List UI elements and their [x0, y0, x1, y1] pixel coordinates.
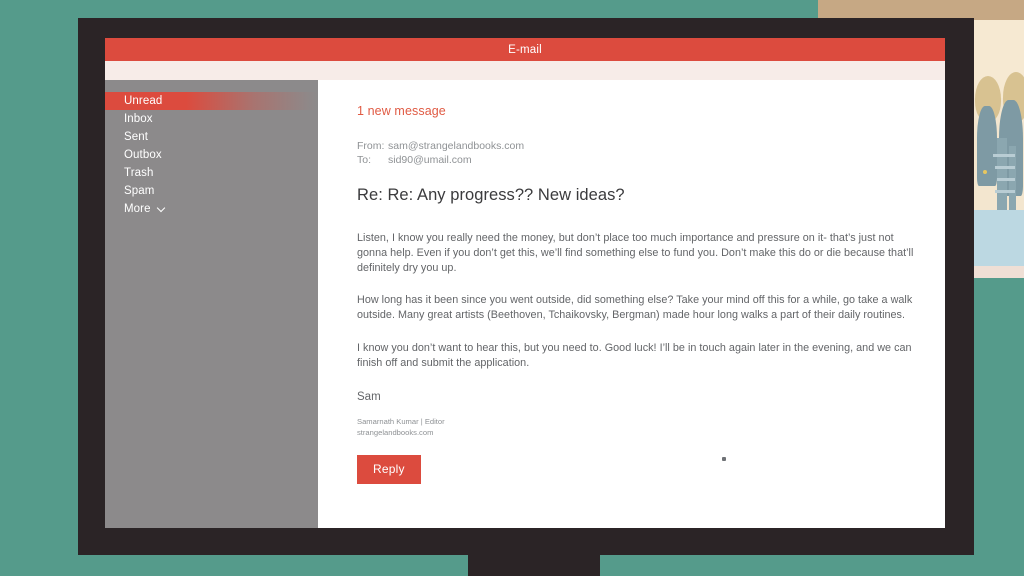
chevron-down-icon	[158, 204, 167, 213]
picture-conifer	[977, 106, 997, 186]
signature-site: strangelandbooks.com	[357, 427, 434, 437]
picture-light-spark	[983, 170, 987, 174]
picture-branch	[997, 178, 1015, 181]
message-paragraph: I know you don’t want to hear this, but …	[357, 341, 912, 369]
sidebar-item-label: Inbox	[124, 113, 153, 125]
sidebar-item-outbox[interactable]: Outbox	[105, 146, 318, 164]
desk-scene: E-mail Unread Inbox Sent Outbox Trash Sp…	[0, 0, 1024, 576]
from-row: From: sam@strangelandbooks.com	[357, 139, 945, 153]
picture-branch	[995, 166, 1015, 169]
signature-name: Samarnath Kumar | Editor	[357, 416, 445, 426]
picture-branch	[993, 154, 1015, 157]
message-paragraph: How long has it been since you went outs…	[357, 294, 913, 322]
app-toolbar	[105, 61, 945, 80]
from-label: From:	[357, 140, 385, 152]
monitor-stand	[468, 555, 600, 576]
app-body: Unread Inbox Sent Outbox Trash Spam More…	[105, 80, 945, 528]
message-headers: From: sam@strangelandbooks.com To: sid90…	[357, 139, 945, 167]
message-signoff: Sam	[357, 390, 381, 403]
to-label: To:	[357, 154, 372, 166]
sidebar-item-label: Spam	[124, 185, 155, 197]
sidebar-item-label: Outbox	[124, 149, 162, 161]
message-subject: Re: Re: Any progress?? New ideas?	[357, 186, 625, 204]
picture-ground	[973, 278, 1024, 303]
to-value: sid90@umail.com	[388, 154, 472, 166]
mouse-cursor	[722, 457, 726, 461]
picture-branch	[995, 190, 1015, 193]
to-row: To: sid90@umail.com	[357, 153, 945, 167]
sidebar-item-label: Unread	[124, 95, 163, 107]
new-message-notice: 1 new message	[357, 104, 446, 118]
window-titlebar: E-mail	[105, 38, 945, 61]
sidebar-item-unread[interactable]: Unread	[105, 92, 318, 110]
wall-picture	[973, 20, 1024, 303]
reply-button[interactable]: Reply	[357, 454, 421, 484]
from-value: sam@strangelandbooks.com	[388, 140, 525, 152]
sidebar-item-label: Trash	[124, 167, 154, 179]
picture-water	[973, 210, 1024, 268]
picture-trunk	[997, 138, 1007, 214]
message-paragraph: Listen, I know you really need the money…	[357, 232, 914, 274]
monitor-screen: E-mail Unread Inbox Sent Outbox Trash Sp…	[105, 38, 945, 528]
sidebar-item-spam[interactable]: Spam	[105, 182, 318, 200]
message-pane: 1 new message From: sam@strangelandbooks…	[318, 80, 945, 528]
sidebar-item-sent[interactable]: Sent	[105, 128, 318, 146]
sidebar-item-trash[interactable]: Trash	[105, 164, 318, 182]
message-signature: Samarnath Kumar | Editor strangelandbook…	[357, 416, 945, 438]
window-title: E-mail	[508, 43, 542, 56]
sidebar-item-label: More	[124, 203, 151, 215]
mailbox-sidebar: Unread Inbox Sent Outbox Trash Spam More	[105, 80, 318, 528]
sidebar-item-inbox[interactable]: Inbox	[105, 110, 318, 128]
sidebar-item-more[interactable]: More	[105, 200, 318, 218]
sidebar-item-label: Sent	[124, 131, 149, 143]
